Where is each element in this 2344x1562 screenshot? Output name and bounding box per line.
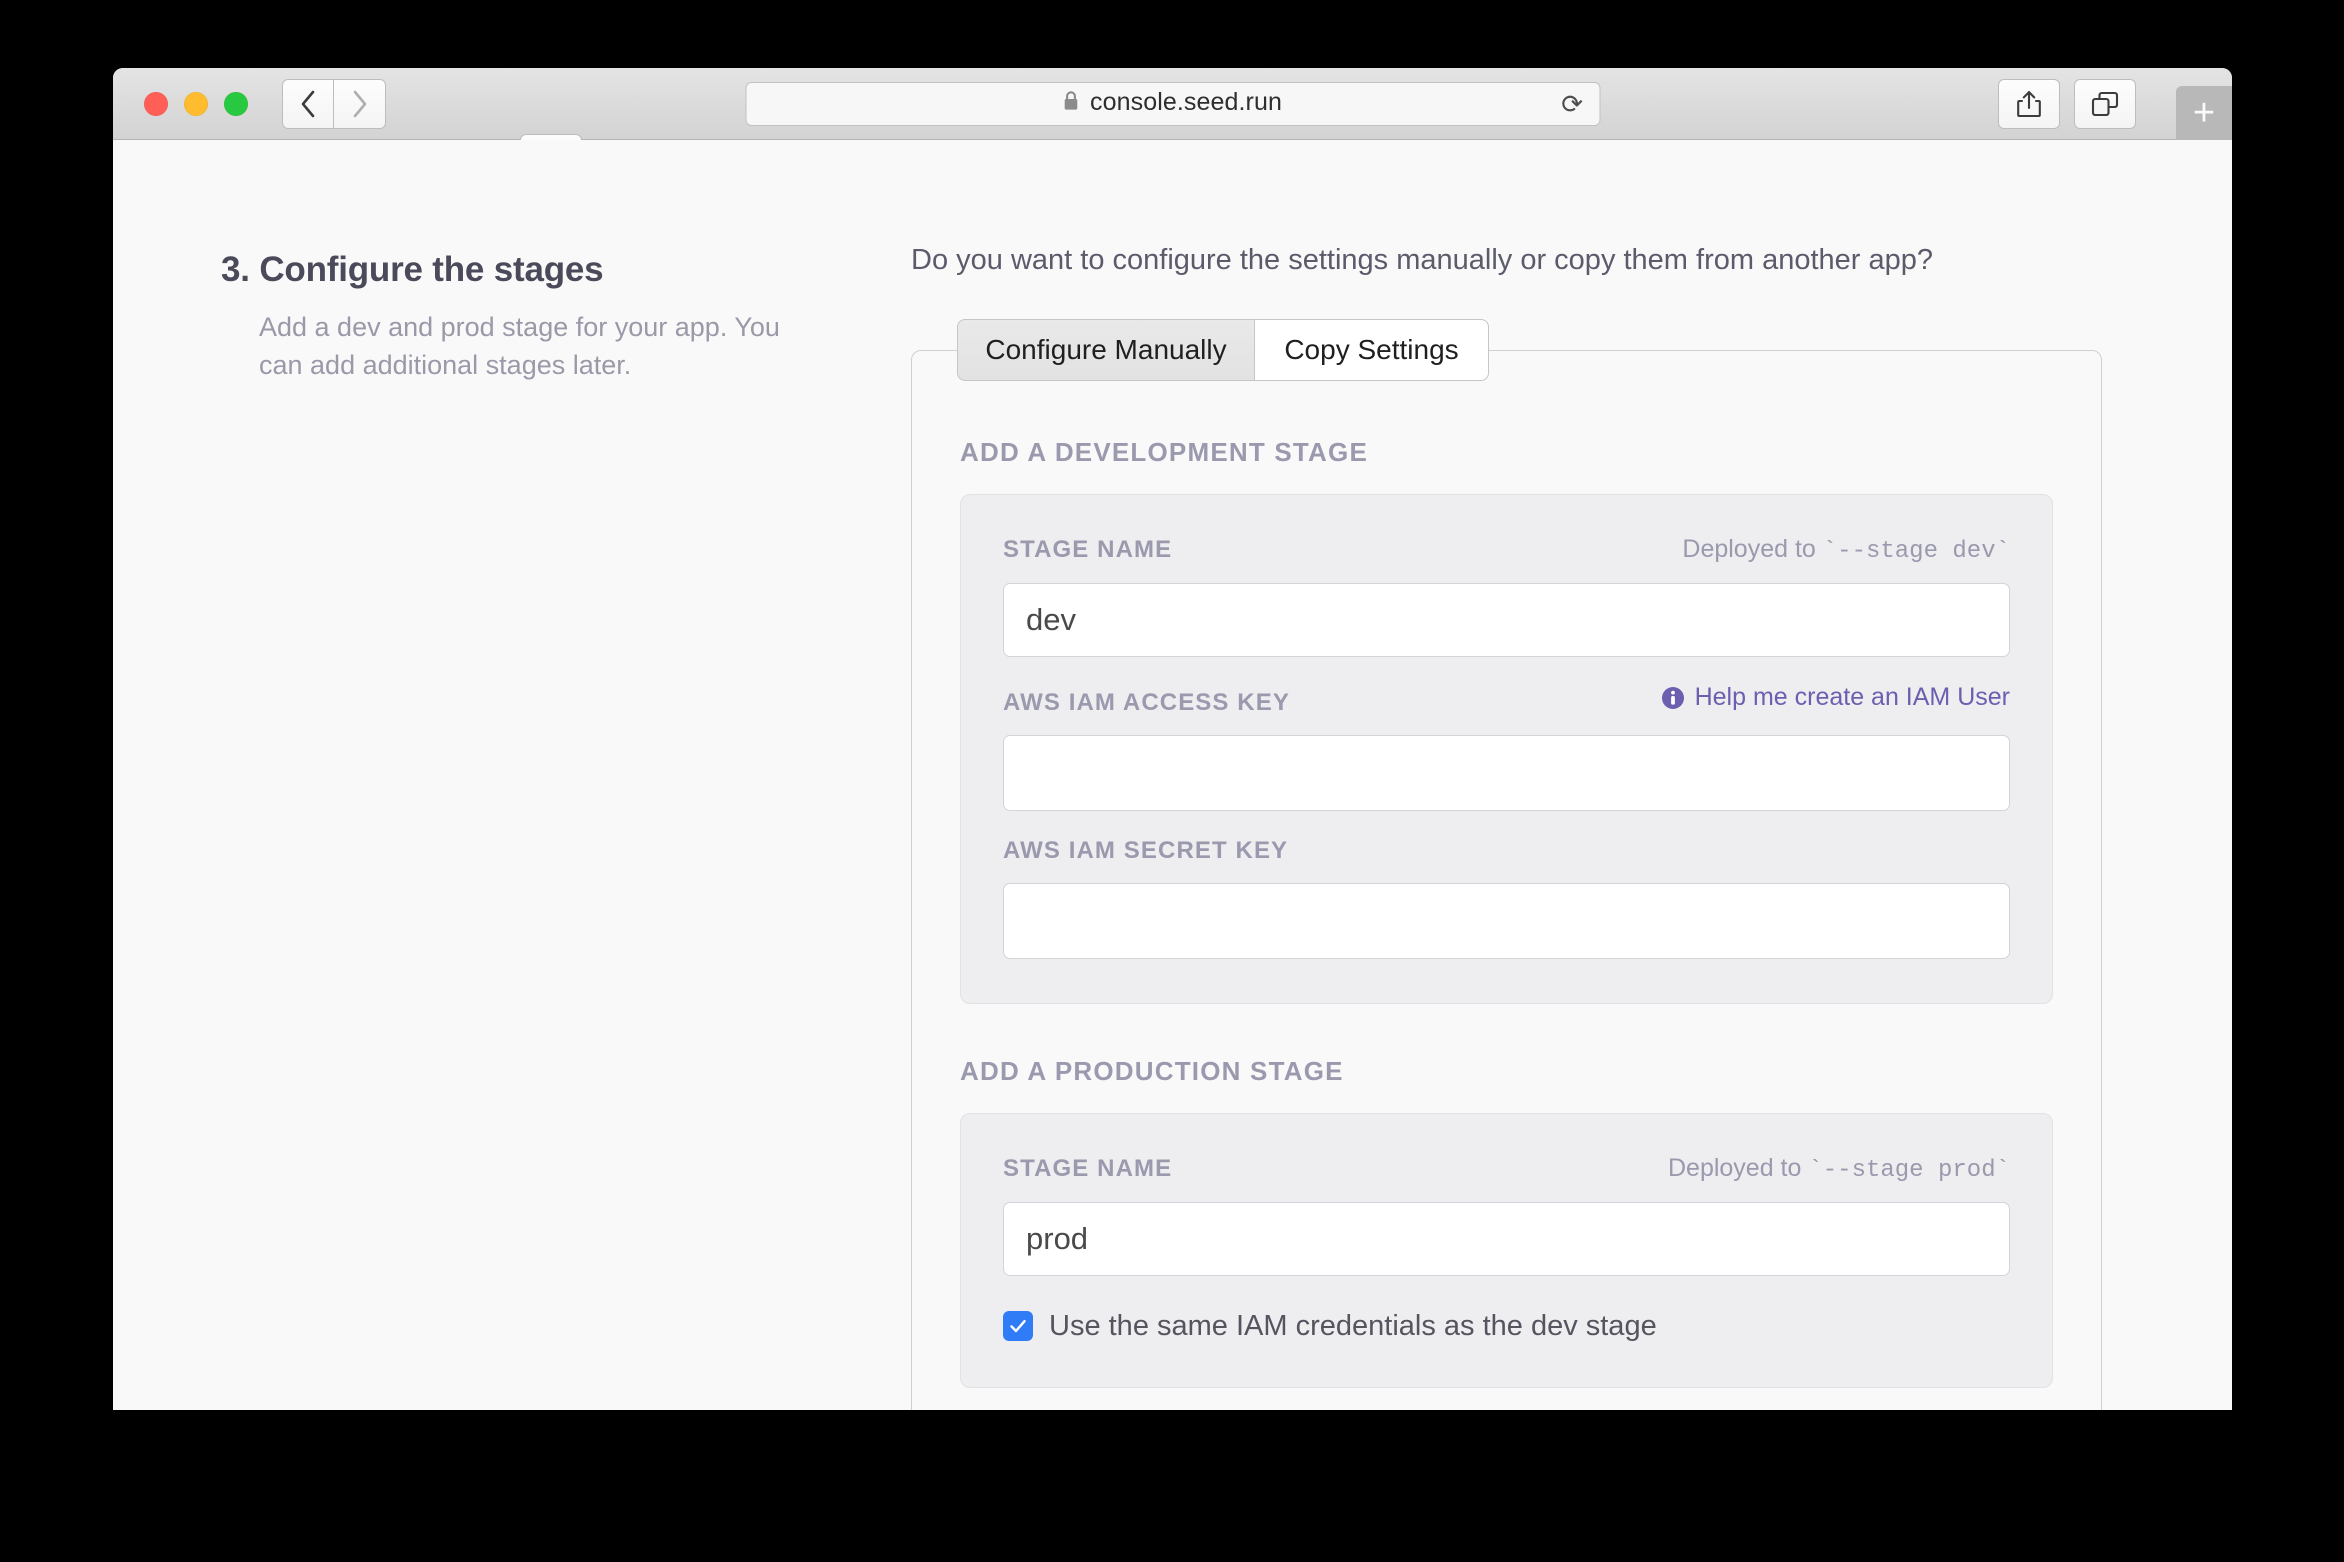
dev-secret-key-head: AWS IAM SECRET KEY: [1003, 837, 2010, 865]
address-bar-content: console.seed.run: [1063, 88, 1282, 119]
main-content: Do you want to configure the settings ma…: [899, 140, 2232, 1410]
tabs-overview-icon: [2091, 91, 2119, 117]
reload-button[interactable]: ⟳: [1561, 91, 1583, 117]
prod-stage-name-input[interactable]: [1003, 1202, 2010, 1276]
step-description: Add a dev and prod stage for your app. Y…: [221, 308, 821, 385]
iam-help-link-label: Help me create an IAM User: [1695, 683, 2010, 712]
step-sidebar: 3. Configure the stages Add a dev and pr…: [113, 140, 899, 1410]
configure-question: Do you want to configure the settings ma…: [911, 244, 2102, 277]
prod-section-heading: ADD A PRODUCTION STAGE: [960, 1056, 2053, 1087]
prod-stage-name-label: STAGE NAME: [1003, 1155, 1172, 1183]
chevron-right-icon: [352, 90, 368, 118]
lock-icon: [1063, 90, 1080, 119]
url-text: console.seed.run: [1090, 88, 1282, 116]
new-tab-button[interactable]: +: [2176, 86, 2232, 140]
dev-section-heading: ADD A DEVELOPMENT STAGE: [960, 437, 2053, 468]
same-credentials-row[interactable]: Use the same IAM credentials as the dev …: [1003, 1310, 2010, 1343]
same-credentials-checkbox[interactable]: [1003, 1311, 1033, 1341]
same-credentials-label: Use the same IAM credentials as the dev …: [1049, 1310, 1657, 1343]
zoom-window-button[interactable]: [224, 92, 248, 116]
address-bar[interactable]: console.seed.run ⟳: [745, 82, 1600, 126]
prod-deployed-hint-code: `--stage prod`: [1808, 1157, 2010, 1184]
share-button[interactable]: [1998, 79, 2060, 129]
dev-access-key-head: AWS IAM ACCESS KEY Help me create an IAM…: [1003, 683, 2010, 717]
browser-toolbar: console.seed.run ⟳ +: [113, 68, 2232, 140]
dev-stage-panel: STAGE NAME Deployed to `--stage dev` AWS…: [960, 494, 2053, 1004]
page-title: 3. Configure the stages: [221, 250, 899, 290]
prod-deployed-hint-prefix: Deployed to: [1668, 1154, 1808, 1182]
iam-help-link[interactable]: Help me create an IAM User: [1661, 683, 2010, 712]
dev-access-key-input[interactable]: [1003, 735, 2010, 811]
dev-deployed-hint-prefix: Deployed to: [1682, 535, 1822, 563]
tab-configure-manually[interactable]: Configure Manually: [957, 319, 1255, 381]
toolbar-right-buttons: [1998, 79, 2136, 129]
back-button[interactable]: [282, 79, 334, 129]
page-body: 3. Configure the stages Add a dev and pr…: [113, 140, 2232, 1410]
prod-stage-name-head: STAGE NAME Deployed to `--stage prod`: [1003, 1154, 2010, 1184]
dev-deployed-hint-code: `--stage dev`: [1823, 538, 2010, 565]
chevron-left-icon: [300, 90, 316, 118]
dev-stage-name-head: STAGE NAME Deployed to `--stage dev`: [1003, 535, 2010, 565]
tab-copy-settings[interactable]: Copy Settings: [1255, 319, 1489, 381]
dev-access-key-label: AWS IAM ACCESS KEY: [1003, 689, 1290, 717]
show-all-tabs-button[interactable]: [2074, 79, 2136, 129]
forward-button[interactable]: [334, 79, 386, 129]
checkmark-icon: [1008, 1316, 1028, 1336]
info-icon: [1661, 686, 1685, 710]
share-icon: [2016, 90, 2042, 118]
browser-window: console.seed.run ⟳ +: [113, 68, 2232, 1410]
dev-secret-key-input[interactable]: [1003, 883, 2010, 959]
dev-stage-name-input[interactable]: [1003, 583, 2010, 657]
settings-mode-tabs: Configure Manually Copy Settings: [957, 319, 1489, 381]
close-window-button[interactable]: [144, 92, 168, 116]
dev-secret-key-label: AWS IAM SECRET KEY: [1003, 837, 1288, 865]
stages-card: ADD A DEVELOPMENT STAGE STAGE NAME Deplo…: [911, 350, 2102, 1410]
dev-deployed-hint: Deployed to `--stage dev`: [1682, 535, 2010, 565]
minimize-window-button[interactable]: [184, 92, 208, 116]
navigation-buttons: [282, 79, 386, 129]
prod-stage-panel: STAGE NAME Deployed to `--stage prod` Us…: [960, 1113, 2053, 1388]
address-bar-wrap: console.seed.run ⟳: [745, 82, 1600, 126]
dev-stage-name-label: STAGE NAME: [1003, 536, 1172, 564]
prod-deployed-hint: Deployed to `--stage prod`: [1668, 1154, 2010, 1184]
traffic-lights: [144, 92, 248, 116]
